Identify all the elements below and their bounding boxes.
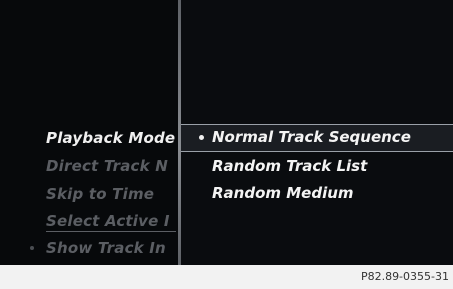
selected-bullet-icon xyxy=(199,135,204,140)
option-random-medium[interactable]: Random Medium xyxy=(212,184,354,202)
option-normal-track-sequence[interactable]: Normal Track Sequence xyxy=(212,128,411,146)
menu-item-direct-track[interactable]: Direct Track N xyxy=(46,157,181,175)
menu-item-show-track-info[interactable]: Show Track In xyxy=(46,239,181,257)
checkbox-icon xyxy=(30,246,34,250)
menu-item-skip-to-time[interactable]: Skip to Time xyxy=(46,185,181,203)
figure-reference-code: P82.89-0355-31 xyxy=(360,270,449,283)
menu-item-underline xyxy=(46,231,176,232)
menu-item-select-active[interactable]: Select Active I xyxy=(46,212,181,230)
menu-item-playback-mode[interactable]: Playback Mode xyxy=(46,129,181,147)
option-random-track-list[interactable]: Random Track List xyxy=(212,157,367,175)
